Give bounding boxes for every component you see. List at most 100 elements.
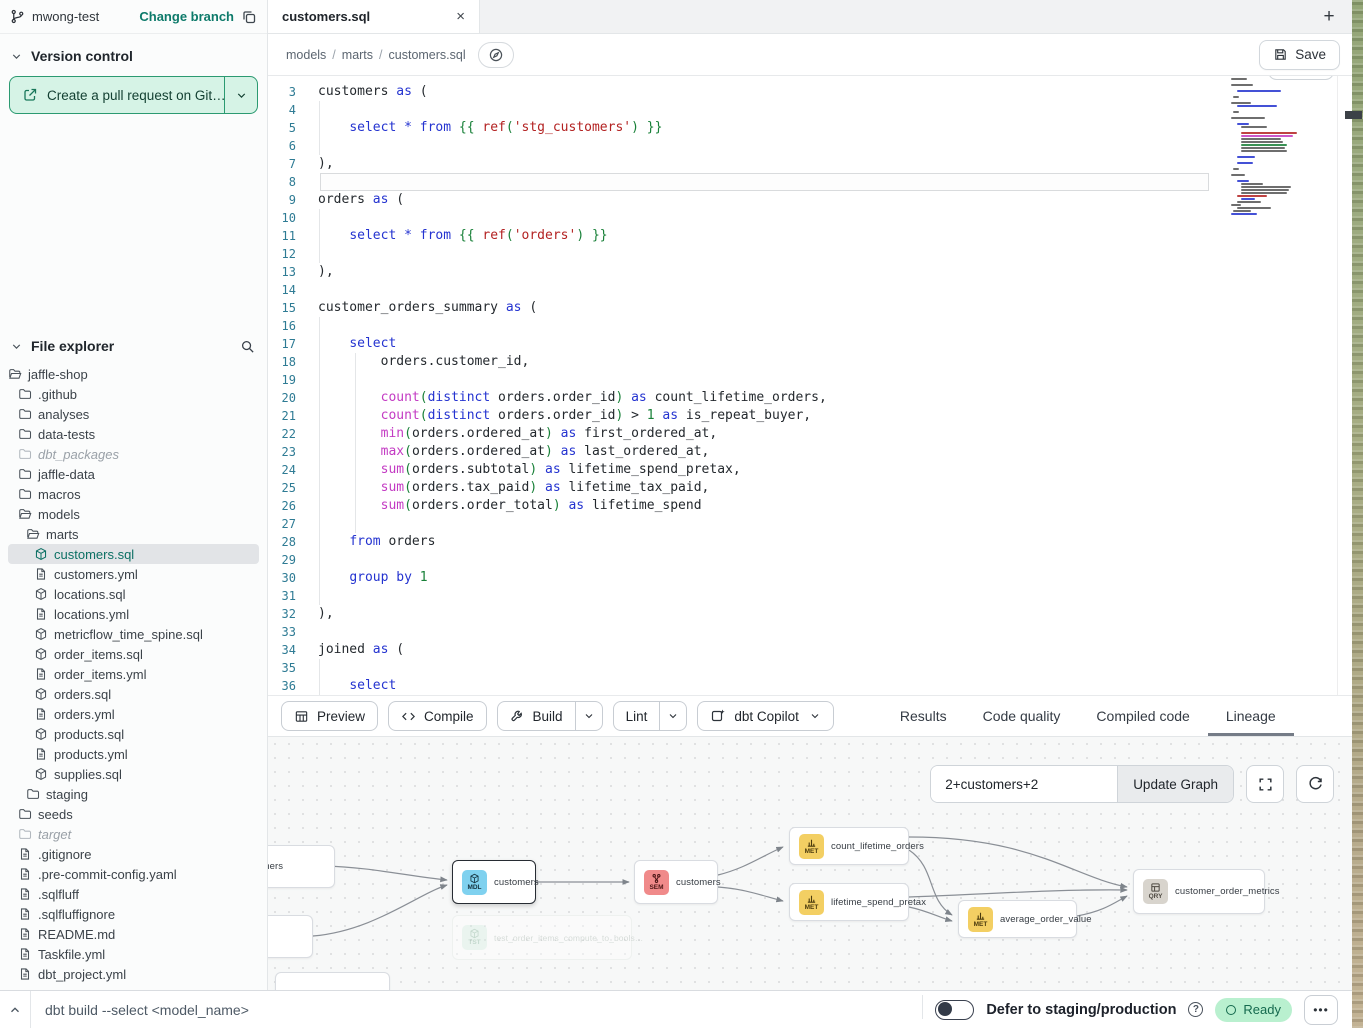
tree-item-models[interactable]: models <box>8 504 259 524</box>
editor-scrollbar-thumb[interactable] <box>1345 111 1362 119</box>
code-line-30[interactable]: 30 group by 1 <box>268 569 1337 587</box>
lineage-node-customers-sem[interactable]: SEMcustomers <box>634 860 718 904</box>
code-line-13[interactable]: 13), <box>268 263 1337 281</box>
tree-item-marts[interactable]: marts <box>8 524 259 544</box>
code-line-36[interactable]: 36 select <box>268 677 1337 695</box>
code-line-29[interactable]: 29 <box>268 551 1337 569</box>
breadcrumb-file[interactable]: customers.sql <box>389 48 466 62</box>
code-line-12[interactable]: 12 <box>268 245 1337 263</box>
tree-item-orders-sql[interactable]: orders.sql <box>8 684 259 704</box>
lint-dropdown[interactable] <box>659 702 686 730</box>
change-branch-link[interactable]: Change branch <box>139 9 234 24</box>
tree-item-metricflow-time-spine-sql[interactable]: metricflow_time_spine.sql <box>8 624 259 644</box>
code-line-18[interactable]: 18 orders.customer_id, <box>268 353 1337 371</box>
more-options-button[interactable]: ••• <box>1304 995 1338 1025</box>
fullscreen-button[interactable] <box>1246 765 1284 803</box>
lineage-node-orders[interactable]: orders <box>268 915 313 958</box>
lineage-node-test-ghost[interactable]: TSTtest_order_items_compute_to_bools… <box>452 915 632 960</box>
tree-item--sqlfluff[interactable]: .sqlfluff <box>8 884 259 904</box>
tree-item-macros[interactable]: macros <box>8 484 259 504</box>
tab-customers-sql[interactable]: customers.sql × <box>268 0 480 33</box>
help-icon[interactable]: ? <box>1188 1002 1203 1017</box>
tree-item-taskfile-yml[interactable]: Taskfile.yml <box>8 944 259 964</box>
defer-toggle[interactable] <box>935 1000 974 1020</box>
code-line-24[interactable]: 24 sum(orders.subtotal) as lifetime_spen… <box>268 461 1337 479</box>
breadcrumb-models[interactable]: models <box>286 48 326 62</box>
breadcrumb-marts[interactable]: marts <box>342 48 373 62</box>
code-line-27[interactable]: 27 <box>268 515 1337 533</box>
lineage-node-lifetime-spend-pretax[interactable]: METlifetime_spend_pretax <box>789 883 909 921</box>
tree-item-jaffle-data[interactable]: jaffle-data <box>8 464 259 484</box>
lineage-node-customers-model[interactable]: MDLcustomers <box>452 860 536 904</box>
code-line-15[interactable]: 15customer_orders_summary as ( <box>268 299 1337 317</box>
code-line-7[interactable]: 7), <box>268 155 1337 173</box>
lineage-panel[interactable]: stg_customersorders MDLcustomers TSTtest_o… <box>268 737 1352 990</box>
copy-icon[interactable] <box>241 9 257 25</box>
code-line-32[interactable]: 32), <box>268 605 1337 623</box>
tab-results[interactable]: Results <box>882 696 965 736</box>
tree-item-supplies-sql[interactable]: supplies.sql <box>8 764 259 784</box>
editor-scrollbar[interactable] <box>1337 76 1352 695</box>
code-line-9[interactable]: 9orders as ( <box>268 191 1337 209</box>
lineage-node-stg-customers[interactable]: stg_customers <box>268 845 335 888</box>
build-button[interactable]: Build <box>497 701 603 731</box>
tree-item--github[interactable]: .github <box>8 384 259 404</box>
code-line-6[interactable]: 6 <box>268 137 1337 155</box>
code-line-33[interactable]: 33 <box>268 623 1337 641</box>
compile-button[interactable]: Compile <box>388 701 487 731</box>
tree-item-order-items-sql[interactable]: order_items.sql <box>8 644 259 664</box>
code-line-23[interactable]: 23 max(orders.ordered_at) as last_ordere… <box>268 443 1337 461</box>
code-line-34[interactable]: 34joined as ( <box>268 641 1337 659</box>
tree-item-customers-sql[interactable]: customers.sql <box>8 544 259 564</box>
tree-item-customers-yml[interactable]: customers.yml <box>8 564 259 584</box>
tree-item-seeds[interactable]: seeds <box>8 804 259 824</box>
version-control-header[interactable]: Version control <box>0 34 267 72</box>
search-icon[interactable] <box>240 339 255 354</box>
tree-item-jaffle-shop[interactable]: jaffle-shop <box>8 364 259 384</box>
code-line-22[interactable]: 22 min(orders.ordered_at) as first_order… <box>268 425 1337 443</box>
lineage-node-customer-order-metrics[interactable]: QRYcustomer_order_metrics <box>1133 869 1265 914</box>
tab-code-quality[interactable]: Code quality <box>965 696 1079 736</box>
new-tab-button[interactable]: + <box>1306 0 1352 33</box>
tree-item-readme-md[interactable]: README.md <box>8 924 259 944</box>
code-line-21[interactable]: 21 count(distinct orders.order_id) > 1 a… <box>268 407 1337 425</box>
code-line-8[interactable]: 8 <box>268 173 1337 191</box>
tree-item-products-sql[interactable]: products.sql <box>8 724 259 744</box>
code-line-16[interactable]: 16 <box>268 317 1337 335</box>
code-line-31[interactable]: 31 <box>268 587 1337 605</box>
tree-item-locations-yml[interactable]: locations.yml <box>8 604 259 624</box>
tree-item-analyses[interactable]: analyses <box>8 404 259 424</box>
tree-item--gitignore[interactable]: .gitignore <box>8 844 259 864</box>
tree-item--pre-commit-config-yaml[interactable]: .pre-commit-config.yaml <box>8 864 259 884</box>
code-line-5[interactable]: 5 select * from {{ ref('stg_customers') … <box>268 119 1337 137</box>
tree-item-dbt-packages[interactable]: dbt_packages <box>8 444 259 464</box>
code-line-28[interactable]: 28 from orders <box>268 533 1337 551</box>
tree-item-locations-sql[interactable]: locations.sql <box>8 584 259 604</box>
preview-button[interactable]: Preview <box>281 701 378 731</box>
tree-item-staging[interactable]: staging <box>8 784 259 804</box>
tree-item-dbt-project-yml[interactable]: dbt_project.yml <box>8 964 259 984</box>
save-button[interactable]: Save <box>1259 40 1340 70</box>
code-line-19[interactable]: 19 <box>268 371 1337 389</box>
lineage-selector-input[interactable] <box>931 766 1117 802</box>
lineage-node-average-order-value[interactable]: METaverage_order_value <box>958 900 1077 938</box>
tree-item-order-items-yml[interactable]: order_items.yml <box>8 664 259 684</box>
file-explorer-header[interactable]: File explorer <box>0 330 267 364</box>
code-line-35[interactable]: 35 <box>268 659 1337 677</box>
code-line-4[interactable]: 4 <box>268 101 1337 119</box>
create-pr-dropdown[interactable] <box>224 77 257 113</box>
build-dropdown[interactable] <box>575 702 602 730</box>
dbt-copilot-button[interactable]: dbt Copilot <box>697 701 834 731</box>
tree-item--sqlfluffignore[interactable]: .sqlfluffignore <box>8 904 259 924</box>
code-line-3[interactable]: 3customers as ( <box>268 83 1337 101</box>
minimap[interactable] <box>1231 78 1331 198</box>
tree-item-data-tests[interactable]: data-tests <box>8 424 259 444</box>
lineage-node-partial-bottom[interactable] <box>275 972 390 990</box>
code-line-10[interactable]: 10 <box>268 209 1337 227</box>
code-line-20[interactable]: 20 count(distinct orders.order_id) as co… <box>268 389 1337 407</box>
code-line-26[interactable]: 26 sum(orders.order_total) as lifetime_s… <box>268 497 1337 515</box>
code-line-17[interactable]: 17 select <box>268 335 1337 353</box>
command-input[interactable]: dbt build --select <model_name> <box>45 1002 249 1018</box>
lineage-node-count-lifetime-orders[interactable]: METcount_lifetime_orders <box>789 827 909 865</box>
expand-command-bar-button[interactable] <box>0 1003 30 1017</box>
